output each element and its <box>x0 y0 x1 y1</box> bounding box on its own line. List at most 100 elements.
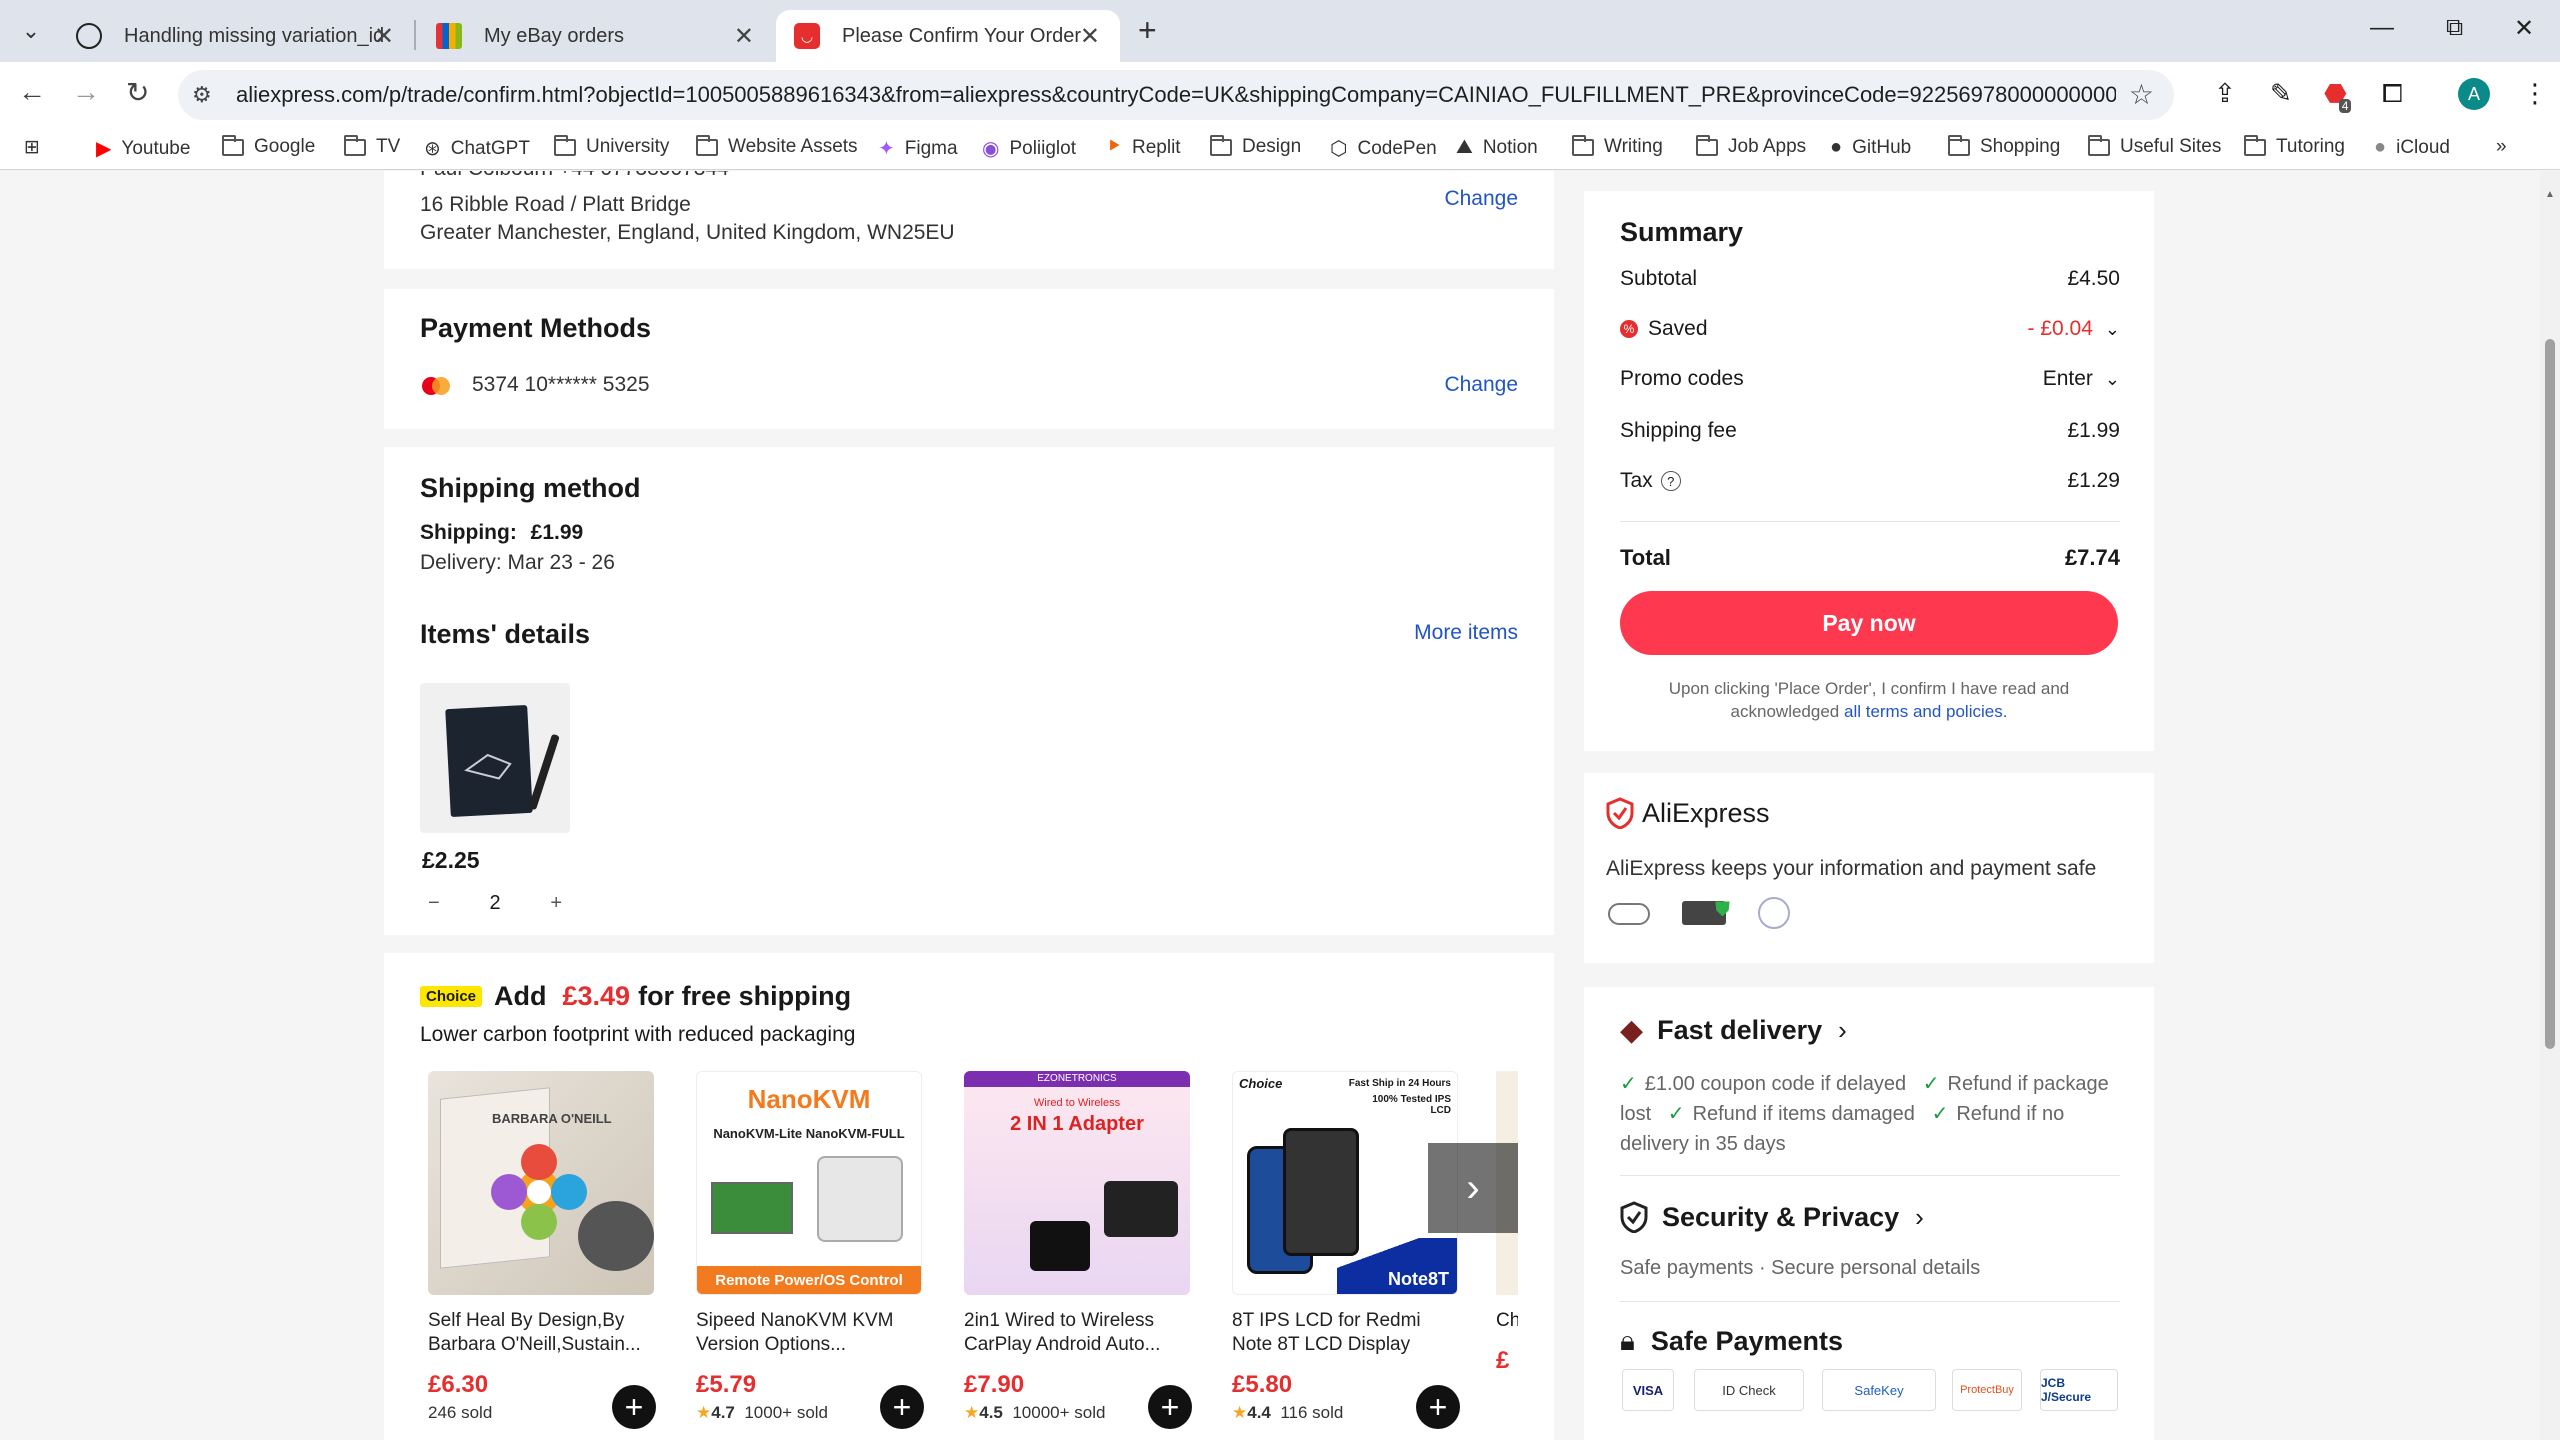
bookmark-chatgpt[interactable]: ⊛ ChatGPT <box>424 136 530 161</box>
bookmark-codepen[interactable]: ⬡ CodePen <box>1330 136 1437 161</box>
terms-link[interactable]: all terms and policies. <box>1844 702 2007 721</box>
reload-icon[interactable]: ↻ <box>126 76 149 109</box>
recommended-product[interactable]: EZONETRONICS Wired to Wireless 2 IN 1 Ad… <box>964 1071 1192 1429</box>
bookmark-useful-sites[interactable]: Useful Sites <box>2088 134 2222 158</box>
bookmark-label: Useful Sites <box>2120 136 2222 157</box>
tab-search-button[interactable]: ⌄ <box>14 14 48 48</box>
add-to-cart-button[interactable]: + <box>880 1385 924 1429</box>
restore-icon[interactable]: ⧉ <box>2446 14 2463 42</box>
item-thumbnail[interactable] <box>420 683 570 833</box>
bookmark-writing[interactable]: Writing <box>1572 134 1663 158</box>
address-bar[interactable]: ⚙ aliexpress.com/p/trade/confirm.html?ob… <box>178 70 2174 120</box>
bookmark-google[interactable]: Google <box>222 134 315 158</box>
check-icon: ✓ <box>1931 1103 1949 1125</box>
chatgpt-icon: ⊛ <box>424 138 441 160</box>
eyedropper-extension-icon[interactable]: ✎ <box>2270 78 2292 109</box>
recommended-product[interactable]: BARBARA O'NEILL Self Heal By Design,By B… <box>428 1071 656 1429</box>
promo-enter[interactable]: Enter <box>2043 367 2093 391</box>
profile-avatar[interactable]: A <box>2458 78 2490 110</box>
product-title[interactable]: Self Heal By Design,By Barbara O'Neill,S… <box>428 1309 656 1357</box>
decrease-quantity-button[interactable]: − <box>420 892 448 915</box>
more-bookmarks-icon[interactable]: » <box>2496 136 2507 158</box>
bookmark-figma[interactable]: ✦ Figma <box>878 136 958 161</box>
total-row: Total £7.74 <box>1620 545 2120 571</box>
more-items-link[interactable]: More items <box>1414 621 1518 645</box>
subtotal-value: £4.50 <box>2067 267 2120 290</box>
bookmark-design[interactable]: Design <box>1210 134 1301 158</box>
promo-enter-group[interactable]: Enter ⌄ <box>2043 367 2120 391</box>
change-address-link[interactable]: Change <box>1444 187 1518 211</box>
bookmark-tv[interactable]: TV <box>344 134 400 158</box>
tab-confirm-order[interactable]: ◡ Please Confirm Your Order - Ali ✕ <box>776 10 1120 62</box>
total-value: £7.74 <box>2064 545 2120 570</box>
bookmark-youtube[interactable]: ▶ Youtube <box>96 136 190 161</box>
page-scrollbar[interactable]: ▲ <box>2540 171 2560 1440</box>
help-icon[interactable]: ? <box>1660 471 1681 491</box>
close-window-icon[interactable]: ✕ <box>2514 14 2534 43</box>
star-icon: ★ <box>964 1403 980 1422</box>
bookmark-university[interactable]: University <box>554 134 669 158</box>
carousel-next-button[interactable]: › <box>1428 1143 1518 1233</box>
check-icon: ✓ <box>1620 1073 1637 1095</box>
tab-ebay-orders[interactable]: My eBay orders ✕ <box>418 10 774 62</box>
close-tab-icon[interactable]: ✕ <box>374 22 394 51</box>
scroll-up-icon[interactable]: ▲ <box>2545 189 2555 200</box>
product-title[interactable]: 8T IPS LCD for Redmi Note 8T LCD Display… <box>1232 1309 1460 1357</box>
extensions-icon[interactable]: ⧠ <box>2382 78 2403 110</box>
bookmark-tutoring[interactable]: Tutoring <box>2244 134 2345 158</box>
address-card: Paul Colbourn +44 07738007344 16 Ribble … <box>384 171 1554 269</box>
apps-icon[interactable]: ⊞ <box>24 136 40 159</box>
chevron-down-icon[interactable]: ⌄ <box>2105 319 2120 340</box>
recommended-product-partial[interactable]: Ch Wi £ <box>1496 1071 1518 1431</box>
tab-handling-missing[interactable]: Handling missing variation_id ✕ <box>58 10 414 62</box>
site-info-icon[interactable]: ⚙ <box>192 82 212 108</box>
folder-icon <box>344 134 366 156</box>
fast-delivery-header[interactable]: ◆ Fast delivery › <box>1620 1013 1847 1048</box>
forward-icon[interactable]: → <box>72 76 100 108</box>
back-icon[interactable]: ← <box>18 76 46 108</box>
change-payment-link[interactable]: Change <box>1444 373 1518 397</box>
close-tab-icon[interactable]: ✕ <box>1080 22 1100 51</box>
new-tab-button[interactable]: + <box>1138 12 1157 49</box>
bookmark-github[interactable]: ● GitHub <box>1830 136 1911 159</box>
menu-icon[interactable]: ⋮ <box>2522 78 2548 109</box>
free-shipping-suffix: for free shipping <box>638 981 852 1011</box>
board-image <box>711 1182 793 1234</box>
bookmark-replit[interactable]: ⯈ Replit <box>1106 136 1181 159</box>
close-tab-icon[interactable]: ✕ <box>734 22 754 51</box>
recommended-product[interactable]: Choice Fast Ship in 24 Hours 100% Tested… <box>1232 1071 1460 1429</box>
product-title[interactable]: Sipeed NanoKVM KVM Version Options... <box>696 1309 924 1357</box>
brand-strip: EZONETRONICS <box>964 1071 1190 1087</box>
security-privacy-header[interactable]: Security & Privacy › <box>1620 1201 1924 1233</box>
bookmark-notion[interactable]: ⛰ Notion <box>1456 136 1538 159</box>
bookmark-shopping[interactable]: Shopping <box>1948 134 2060 158</box>
bookmark-icloud[interactable]: ● iCloud <box>2374 136 2450 159</box>
pay-now-button[interactable]: Pay now <box>1620 591 2118 655</box>
quantity-value[interactable]: 2 <box>489 892 500 915</box>
share-extension-icon[interactable]: ⇪ <box>2214 78 2236 109</box>
product-title[interactable]: 2in1 Wired to Wireless CarPlay Android A… <box>964 1309 1192 1357</box>
recommended-product[interactable]: NanoKVM NanoKVM-Lite NanoKVM-FULL Remote… <box>696 1071 924 1429</box>
tax-label-group: Tax ? <box>1620 469 1681 493</box>
increase-quantity-button[interactable]: + <box>542 892 570 915</box>
url-text[interactable]: aliexpress.com/p/trade/confirm.html?obje… <box>236 82 2116 108</box>
scrollbar-thumb[interactable] <box>2545 339 2555 1049</box>
bookmark-website-assets[interactable]: Website Assets <box>696 134 858 158</box>
bookmark-job-apps[interactable]: Job Apps <box>1696 134 1806 158</box>
saved-row[interactable]: % Saved - £0.04 ⌄ <box>1620 317 2120 341</box>
add-to-cart-button[interactable]: + <box>1148 1385 1192 1429</box>
add-to-cart-button[interactable]: + <box>612 1385 656 1429</box>
minimize-icon[interactable]: — <box>2370 14 2394 42</box>
promo-codes-row[interactable]: Promo codes Enter ⌄ <box>1620 367 2120 391</box>
summary-heading: Summary <box>1620 217 1744 247</box>
check-icon: ✓ <box>1667 1103 1685 1125</box>
add-to-cart-button[interactable]: + <box>1416 1385 1460 1429</box>
check-icon: ✓ <box>1922 1073 1940 1095</box>
adblock-extension-icon[interactable]: ⬣4 <box>2324 78 2359 113</box>
chevron-down-icon[interactable]: ⌄ <box>2105 369 2120 390</box>
chatgpt-icon <box>76 23 102 49</box>
bookmark-star-icon[interactable]: ☆ <box>2129 78 2154 111</box>
bookmark-poliiglot[interactable]: ◉ Poliiglot <box>982 136 1076 161</box>
folder-icon <box>1696 134 1718 156</box>
ebay-icon <box>436 23 462 49</box>
